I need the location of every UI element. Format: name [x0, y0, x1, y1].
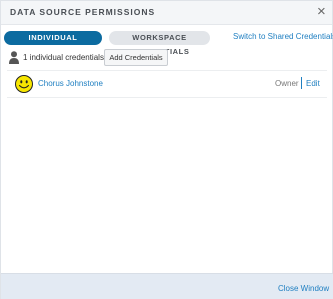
tab-workspace-credentials[interactable]: WORKSPACE CREDENTIALS: [109, 31, 210, 56]
add-credentials-button[interactable]: Add Credentials: [104, 49, 168, 66]
person-icon: [9, 51, 19, 64]
smiley-face-icon: [15, 75, 33, 93]
credential-tabs: INDIVIDUAL CREDENTIALS WORKSPACE CREDENT…: [1, 29, 333, 56]
credentials-count: 1 individual credentials: [23, 53, 104, 62]
divider: [301, 77, 302, 89]
credential-role: Owner: [275, 79, 299, 88]
dialog-footer: Close Window: [1, 273, 333, 299]
credentials-summary: 1 individual credentials Add Credentials: [1, 48, 333, 68]
credential-row: Chorus Johnstone Owner Edit: [7, 71, 327, 98]
tab-individual-credentials[interactable]: INDIVIDUAL CREDENTIALS: [4, 31, 102, 56]
data-source-permissions-dialog: DATA SOURCE PERMISSIONS × INDIVIDUAL CRE…: [0, 0, 333, 299]
dialog-title: DATA SOURCE PERMISSIONS: [10, 7, 156, 17]
edit-credential-link[interactable]: Edit: [306, 79, 320, 88]
close-icon[interactable]: ×: [317, 3, 326, 21]
close-window-link[interactable]: Close Window: [278, 284, 329, 293]
dialog-header: DATA SOURCE PERMISSIONS ×: [1, 1, 332, 25]
switch-to-shared-credentials-link[interactable]: Switch to Shared Credentials: [233, 32, 333, 41]
credential-owner-name-link[interactable]: Chorus Johnstone: [38, 79, 103, 88]
